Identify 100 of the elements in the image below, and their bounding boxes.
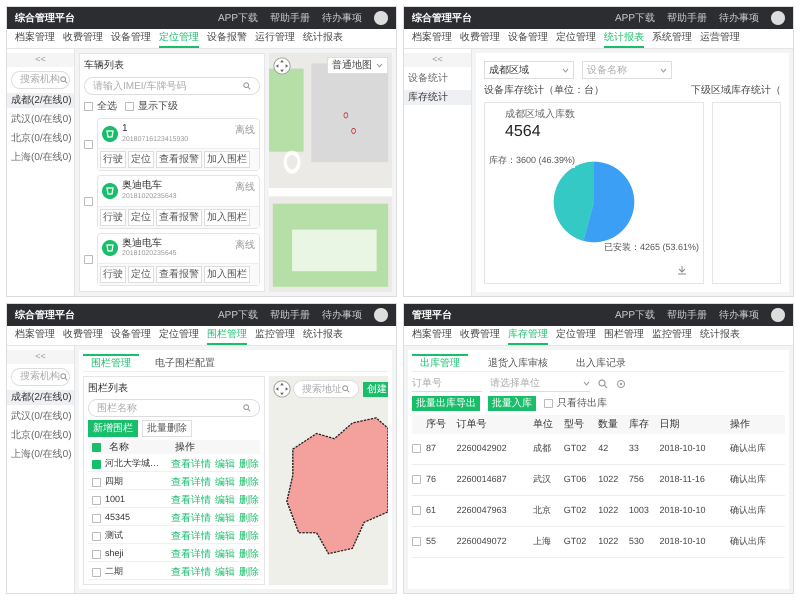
bucket-icon bbox=[102, 240, 118, 256]
avatar-icon[interactable] bbox=[771, 308, 785, 322]
nav-tab[interactable]: 围栏管理 bbox=[604, 326, 644, 345]
nav-tab[interactable]: 统计报表 bbox=[700, 326, 740, 345]
action-button[interactable]: 查看报警 bbox=[156, 151, 202, 168]
checkbox[interactable] bbox=[84, 197, 93, 206]
nav-tab[interactable]: 收费管理 bbox=[460, 29, 500, 48]
show-sub-checkbox[interactable]: 显示下级 bbox=[125, 99, 178, 114]
nav-tab[interactable]: 档案管理 bbox=[15, 29, 55, 48]
sidebar-item[interactable]: 库存统计 bbox=[404, 90, 471, 104]
nav-tab[interactable]: 运行管理 bbox=[255, 29, 295, 48]
fence-name: 1001 bbox=[105, 493, 126, 506]
action-button[interactable]: 行驶 bbox=[100, 151, 126, 168]
action-button[interactable]: 加入围栏 bbox=[204, 208, 250, 226]
nav-tab[interactable]: 档案管理 bbox=[15, 326, 55, 345]
checkbox[interactable] bbox=[92, 442, 101, 452]
header-link[interactable]: 帮助手册 bbox=[270, 308, 310, 322]
header-link[interactable]: 待办事项 bbox=[719, 308, 759, 322]
action-button[interactable]: 加入围栏 bbox=[204, 266, 250, 283]
action-button[interactable]: 定位 bbox=[128, 208, 154, 226]
nav-tab[interactable]: 统计报表 bbox=[303, 29, 343, 48]
checkbox[interactable] bbox=[84, 140, 93, 150]
sidebar-item[interactable]: 成都(2/在线0) bbox=[7, 390, 74, 404]
checkbox[interactable] bbox=[92, 532, 101, 540]
map-navigation-icon[interactable] bbox=[273, 380, 291, 398]
header-link[interactable]: 待办事项 bbox=[322, 10, 362, 26]
checkbox[interactable] bbox=[84, 254, 93, 264]
table-cell: 2260014687 bbox=[456, 464, 534, 496]
header-link[interactable]: APP下载 bbox=[218, 308, 258, 322]
avatar-icon[interactable] bbox=[771, 11, 785, 25]
toolbar-button[interactable]: 批量删除 bbox=[142, 420, 192, 437]
tab[interactable]: 退货入库审核 bbox=[480, 354, 556, 371]
header-link[interactable]: 帮助手册 bbox=[667, 308, 707, 322]
action-button[interactable]: 加入围栏 bbox=[204, 151, 250, 168]
search-icon[interactable] bbox=[598, 379, 608, 389]
action-button[interactable]: 行驶 bbox=[100, 266, 126, 283]
header-link[interactable]: 待办事项 bbox=[719, 10, 759, 26]
chart-title: 下级区域库存统计（ bbox=[691, 84, 781, 98]
checkbox[interactable] bbox=[544, 399, 553, 408]
header-link[interactable]: APP下载 bbox=[614, 10, 655, 26]
checkbox[interactable] bbox=[412, 475, 421, 484]
action-button[interactable]: 行驶 bbox=[100, 208, 126, 226]
avatar-icon[interactable] bbox=[374, 11, 388, 25]
action-button[interactable]: 定位 bbox=[128, 266, 154, 283]
checkbox[interactable] bbox=[92, 550, 101, 558]
checkbox[interactable] bbox=[92, 568, 101, 576]
search-icon bbox=[243, 82, 251, 90]
settings-icon[interactable] bbox=[616, 379, 626, 389]
sidebar-item[interactable]: 北京(0/在线0) bbox=[7, 428, 74, 442]
checkbox[interactable] bbox=[92, 478, 101, 486]
header-link[interactable]: 待办事项 bbox=[322, 308, 362, 322]
nav-tab[interactable]: 定位管理 bbox=[556, 326, 596, 345]
header-link[interactable]: 帮助手册 bbox=[667, 10, 707, 26]
map-navigation-icon[interactable] bbox=[273, 57, 291, 75]
checkbox[interactable] bbox=[412, 506, 421, 515]
checkbox[interactable] bbox=[412, 537, 421, 546]
sidebar-item[interactable]: 武汉(0/在线0) bbox=[7, 112, 74, 126]
sidebar-item[interactable]: 武汉(0/在线0) bbox=[7, 408, 74, 424]
nav-tab[interactable]: 收费管理 bbox=[63, 29, 103, 48]
nav-tab[interactable]: 定位管理 bbox=[556, 29, 596, 48]
map-type-select[interactable]: 普通地图 bbox=[327, 57, 388, 74]
table-cell: 确认出库 bbox=[730, 434, 785, 464]
filter-select[interactable]: 成都区域 bbox=[484, 61, 574, 79]
nav-tab[interactable]: 运营管理 bbox=[700, 29, 740, 48]
checkbox[interactable] bbox=[84, 102, 93, 111]
nav-tab[interactable]: 设备管理 bbox=[111, 29, 151, 48]
nav-tab[interactable]: 设备报警 bbox=[207, 29, 247, 48]
checkbox[interactable] bbox=[92, 496, 101, 504]
avatar-icon[interactable] bbox=[374, 308, 388, 322]
nav-tab[interactable]: 收费管理 bbox=[63, 326, 103, 345]
pending-checkbox[interactable]: 只看待出库 bbox=[544, 396, 607, 411]
header-link[interactable]: APP下载 bbox=[614, 308, 655, 322]
nav-tab[interactable]: 统计报表 bbox=[303, 326, 343, 345]
nav-tab[interactable]: 系统管理 bbox=[652, 29, 692, 48]
action-button[interactable]: 查看报警 bbox=[156, 266, 202, 283]
nav-tab[interactable]: 收费管理 bbox=[460, 326, 500, 345]
tab[interactable]: 电子围栏配置 bbox=[147, 354, 223, 371]
action-button[interactable]: 查看报警 bbox=[156, 208, 202, 226]
sidebar-item[interactable]: 设备统计 bbox=[404, 70, 471, 86]
sidebar-item[interactable]: 成都(2/在线0) bbox=[7, 92, 74, 108]
nav-tab[interactable]: 定位管理 bbox=[159, 326, 199, 345]
select-all-checkbox[interactable]: 全选 bbox=[84, 99, 117, 114]
nav-tab[interactable]: 档案管理 bbox=[412, 29, 452, 48]
sidebar-item[interactable]: 上海(0/在线0) bbox=[7, 446, 74, 462]
header-link[interactable]: 帮助手册 bbox=[270, 10, 310, 26]
checkbox[interactable] bbox=[125, 102, 134, 111]
nav-tab[interactable]: 监控管理 bbox=[652, 326, 692, 345]
download-icon[interactable] bbox=[677, 265, 687, 275]
checkbox[interactable] bbox=[92, 514, 101, 522]
header-link[interactable]: APP下载 bbox=[218, 10, 258, 26]
sidebar-item[interactable]: 上海(0/在线0) bbox=[7, 150, 74, 164]
nav-tab[interactable]: 设备管理 bbox=[111, 326, 151, 345]
nav-tab[interactable]: 设备管理 bbox=[508, 29, 548, 48]
sidebar-item[interactable]: 北京(0/在线0) bbox=[7, 130, 74, 146]
nav-tab[interactable]: 档案管理 bbox=[412, 326, 452, 345]
checkbox[interactable] bbox=[92, 460, 101, 468]
checkbox[interactable] bbox=[412, 444, 421, 453]
nav-tab[interactable]: 监控管理 bbox=[255, 326, 295, 345]
tab[interactable]: 出入库记录 bbox=[568, 354, 634, 371]
action-button[interactable]: 定位 bbox=[128, 151, 154, 168]
